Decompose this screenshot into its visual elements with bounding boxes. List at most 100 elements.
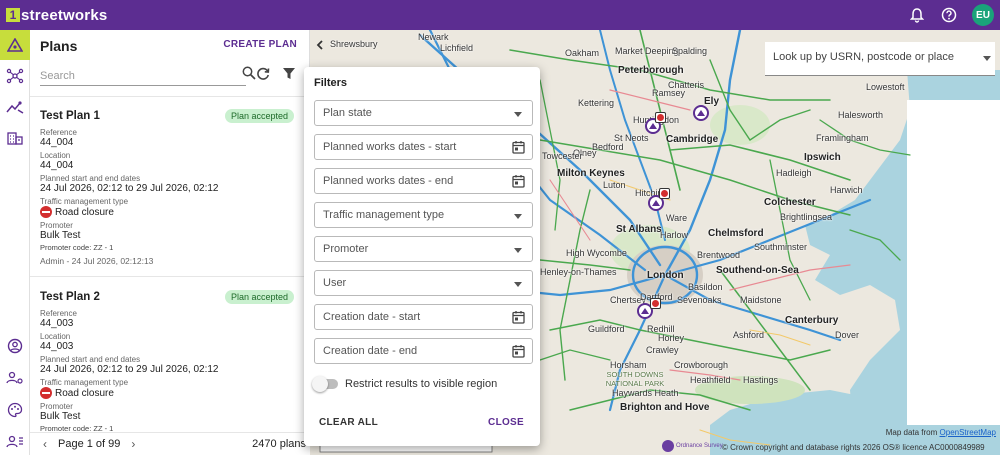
map-label: Spalding	[672, 46, 708, 56]
search-input[interactable]	[40, 69, 230, 82]
map-label: Lichfield	[440, 43, 474, 53]
rail-admin-users[interactable]	[0, 427, 30, 455]
app-logo[interactable]: 1 streetworks	[6, 7, 107, 24]
logo-mark: 1	[6, 8, 20, 22]
rail-analytics[interactable]	[0, 92, 30, 122]
rail-palette[interactable]	[0, 395, 30, 425]
map-label: Brightlingsea	[780, 212, 833, 222]
map-label: Market Deeping	[615, 46, 679, 56]
left-rail	[0, 30, 30, 455]
top-bar: 1 streetworks EU	[0, 0, 1000, 30]
pagination: ‹ Page 1 of 99 › 2470 plans	[30, 432, 310, 455]
calendar-icon[interactable]	[512, 174, 525, 188]
field-label: Creation date - end	[323, 345, 418, 357]
map-label: Basildon	[688, 282, 723, 292]
promoter-code: Promoter code: ZZ - 1	[40, 243, 114, 252]
map-label: Shrewsbury	[330, 39, 378, 49]
logo-text: streetworks	[21, 6, 108, 24]
rail-buildings[interactable]	[0, 123, 30, 153]
map-label: Southend-on-Sea	[716, 265, 799, 276]
map-label: Crawley	[646, 345, 679, 355]
create-plan-button[interactable]: CREATE PLAN	[223, 39, 297, 50]
plan-title[interactable]: Test Plan 2	[40, 291, 100, 303]
calendar-icon[interactable]	[512, 140, 525, 154]
promoter-value: Bulk Test	[40, 230, 81, 241]
location-value: 44_003	[40, 341, 74, 352]
tm-type-select[interactable]: Traffic management type	[314, 202, 533, 228]
filters-popup: Filters Plan state Planned works dates -…	[304, 67, 540, 446]
map-attribution: Map data from OpenStreetMap	[886, 428, 996, 437]
map-label: Ware	[666, 213, 688, 223]
reference-label: Reference	[40, 309, 77, 318]
bell-icon[interactable]	[908, 6, 926, 24]
rail-users-settings[interactable]	[0, 363, 30, 393]
map-label: Horley	[658, 333, 685, 343]
lookup-input[interactable]	[773, 51, 963, 63]
road-closure-marker[interactable]	[659, 188, 670, 199]
field-label: Planned works dates - end	[323, 175, 454, 187]
creation-end-date-field[interactable]: Creation date - end	[314, 338, 533, 364]
plans-panel: Plans CREATE PLAN Test Plan 1 Plan accep…	[30, 30, 310, 455]
rail-plans[interactable]	[0, 30, 30, 60]
search-icon[interactable]	[242, 66, 256, 80]
osm-link[interactable]: OpenStreetMap	[940, 428, 996, 437]
lookup-field	[765, 42, 995, 76]
map-label: Brentwood	[697, 250, 741, 260]
copyright-text: © Crown copyright and database rights 20…	[722, 443, 985, 452]
plan-marker[interactable]	[693, 105, 709, 121]
created-meta: Admin - 24 Jul 2026, 02:12:13	[40, 256, 154, 266]
map-label: Peterborough	[618, 65, 684, 76]
restrict-region-label: Restrict results to visible region	[345, 378, 498, 390]
road-closure-marker[interactable]	[655, 112, 666, 123]
tm-value: Road closure	[40, 387, 114, 399]
user-avatar[interactable]: EU	[972, 4, 994, 26]
prev-page-icon[interactable]: ‹	[38, 437, 52, 451]
calendar-icon[interactable]	[512, 344, 525, 358]
map-label: Harlow	[660, 230, 689, 240]
chevron-down-icon[interactable]	[983, 56, 991, 61]
user-select[interactable]: User	[314, 270, 533, 296]
map-label: Crowborough	[674, 360, 729, 370]
network-icon	[6, 68, 24, 84]
map-label: Sevenoaks	[677, 295, 722, 305]
refresh-icon[interactable]	[256, 67, 270, 81]
close-button[interactable]: CLOSE	[488, 417, 524, 428]
attribution-text: Map data from	[885, 428, 940, 437]
chevron-down-icon	[514, 282, 522, 287]
promoter-select[interactable]: Promoter	[314, 236, 533, 262]
plan-card[interactable]: Test Plan 1 Plan accepted Reference 44_0…	[30, 97, 309, 277]
road-closure-marker[interactable]	[650, 298, 661, 309]
filter-icon[interactable]	[282, 67, 296, 80]
rail-account[interactable]	[0, 331, 30, 361]
location-value: 44_004	[40, 160, 74, 171]
collapse-panel-button[interactable]	[310, 35, 330, 55]
works-end-date-field[interactable]: Planned works dates - end	[314, 168, 533, 194]
map-label: Oakham	[565, 48, 600, 58]
rail-network[interactable]	[0, 61, 30, 91]
palette-icon	[7, 402, 23, 418]
plan-title[interactable]: Test Plan 1	[40, 110, 100, 122]
location-label: Location	[40, 332, 71, 341]
map-label: Colchester	[764, 197, 816, 208]
calendar-icon[interactable]	[512, 310, 525, 324]
reference-label: Reference	[40, 128, 77, 137]
reference-value: 44_004	[40, 137, 74, 148]
next-page-icon[interactable]: ›	[126, 437, 140, 451]
promoter-value: Bulk Test	[40, 411, 81, 422]
map-label: Milton Keynes	[557, 168, 625, 179]
os-logo-icon	[662, 440, 674, 452]
creation-start-date-field[interactable]: Creation date - start	[314, 304, 533, 330]
dates-label: Planned start and end dates	[40, 355, 141, 364]
field-label: Promoter	[323, 243, 369, 255]
plan-state-select[interactable]: Plan state	[314, 100, 533, 126]
plan-card[interactable]: Test Plan 2 Plan accepted Reference 44_0…	[30, 278, 309, 438]
field-label: Traffic management type	[323, 209, 445, 221]
works-start-date-field[interactable]: Planned works dates - start	[314, 134, 533, 160]
help-icon[interactable]	[940, 6, 958, 24]
restrict-region-toggle[interactable]	[312, 376, 338, 392]
field-label: Creation date - start	[323, 311, 421, 323]
plans-icon	[7, 38, 23, 52]
map-label: Hadleigh	[776, 168, 812, 178]
map-label: Canterbury	[785, 315, 839, 326]
clear-all-button[interactable]: CLEAR ALL	[319, 417, 378, 428]
